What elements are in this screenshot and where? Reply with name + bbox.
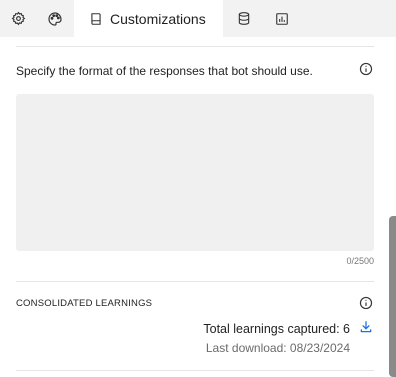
palette-icon (48, 11, 62, 26)
learnings-count: Total learnings captured: 6 (203, 322, 350, 336)
tab-customizations[interactable]: Customizations (74, 0, 223, 37)
tab-settings[interactable] (0, 0, 36, 37)
section-title: CONSOLIDATED LEARNINGS (16, 298, 153, 309)
tab-appearance[interactable] (36, 0, 74, 37)
download-icon[interactable] (359, 320, 373, 334)
tab-bar: Customizations (0, 0, 396, 37)
last-download-text: Last download: 08/23/2024 (205, 341, 350, 355)
divider (16, 46, 374, 47)
info-icon[interactable] (359, 62, 373, 76)
divider (16, 370, 374, 371)
format-description: Specify the format of the responses that… (16, 64, 313, 78)
database-icon (238, 12, 249, 25)
book-icon (89, 12, 103, 26)
gear-icon (11, 11, 25, 26)
tab-analytics[interactable] (263, 0, 301, 37)
bar-chart-icon (275, 12, 288, 25)
divider (16, 281, 374, 282)
tab-data-sources[interactable] (225, 0, 263, 37)
character-counter: 0/2500 (346, 256, 374, 266)
tab-customizations-label: Customizations (110, 10, 206, 27)
scrollbar-thumb[interactable] (389, 216, 396, 377)
format-textarea[interactable] (16, 94, 374, 251)
info-icon[interactable] (359, 296, 373, 310)
